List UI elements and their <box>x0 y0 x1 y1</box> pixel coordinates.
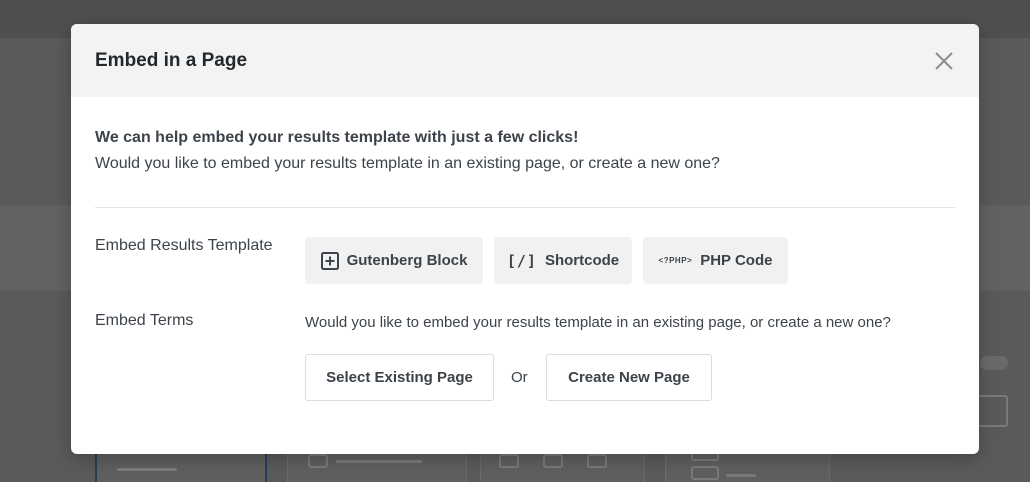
embed-modal: Embed in a Page We can help embed your r… <box>71 24 979 454</box>
intro-text: Would you like to embed your results tem… <box>95 155 720 172</box>
modal-header: Embed in a Page <box>71 24 979 97</box>
or-separator: Or <box>511 369 528 386</box>
gutenberg-block-button[interactable]: Gutenberg Block <box>305 237 483 284</box>
shortcode-icon: [/] <box>506 251 537 270</box>
select-existing-page-button[interactable]: Select Existing Page <box>305 354 494 401</box>
divider <box>95 207 955 208</box>
close-icon[interactable] <box>933 50 955 72</box>
embed-terms-text: Would you like to embed your results tem… <box>305 314 891 331</box>
plus-square-icon <box>320 251 339 270</box>
php-code-button[interactable]: <?PHP> PHP Code <box>643 237 788 284</box>
shortcode-button[interactable]: [/] Shortcode <box>494 237 632 284</box>
intro-heading: We can help embed your results template … <box>95 129 579 146</box>
create-new-page-button[interactable]: Create New Page <box>546 354 712 401</box>
php-code-label: PHP Code <box>700 252 773 269</box>
background-toggle <box>980 356 1008 370</box>
gutenberg-block-label: Gutenberg Block <box>346 252 468 269</box>
background-image-placeholder <box>975 395 1008 427</box>
modal-title: Embed in a Page <box>95 50 248 71</box>
shortcode-label: Shortcode <box>544 252 620 269</box>
php-icon: <?PHP> <box>658 256 693 265</box>
embed-results-label: Embed Results Template <box>95 237 273 254</box>
embed-terms-label: Embed Terms <box>95 312 194 329</box>
